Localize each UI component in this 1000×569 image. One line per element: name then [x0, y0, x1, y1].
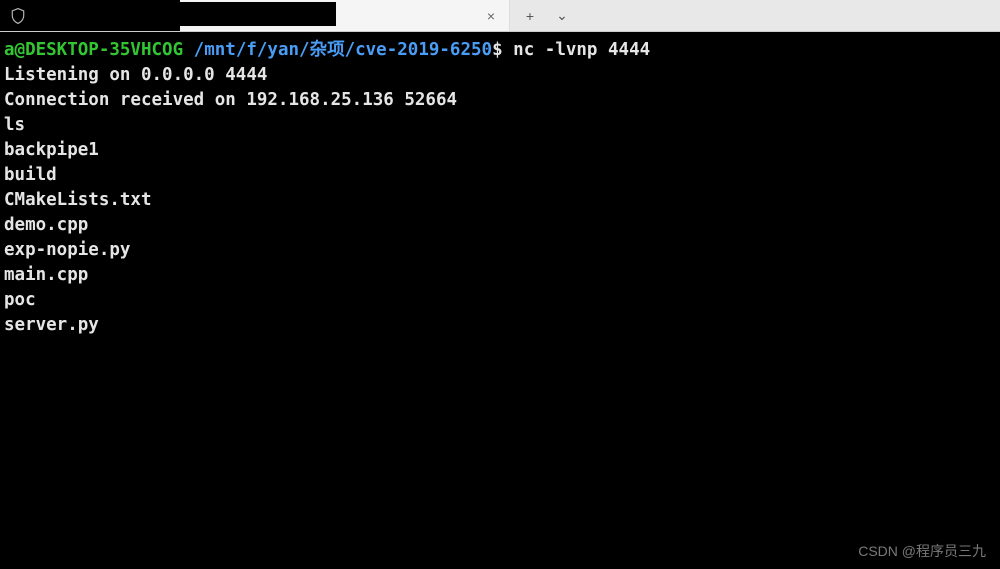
output-line: build — [4, 165, 57, 185]
output-line: ls — [4, 115, 25, 135]
tab-actions: + ⌄ — [510, 0, 582, 31]
tab-bar: × 🐧 ..cve-2019-6250 × + ⌄ — [0, 0, 1000, 32]
new-tab-button[interactable]: + — [516, 4, 544, 28]
output-line: CMakeLists.txt — [4, 190, 152, 210]
close-icon[interactable]: × — [483, 8, 499, 24]
output-line: backpipe1 — [4, 140, 99, 160]
output-line: server.py — [4, 315, 99, 335]
prompt-path: /mnt/f/yan/杂项/cve-2019-6250 — [194, 40, 492, 60]
terminal-output[interactable]: a@DESKTOP-35VHCOG /mnt/f/yan/杂项/cve-2019… — [0, 32, 1000, 344]
output-line: demo.cpp — [4, 215, 88, 235]
tab-dropdown-button[interactable]: ⌄ — [548, 4, 576, 28]
output-line: Connection received on 192.168.25.136 52… — [4, 90, 457, 110]
output-line: Listening on 0.0.0.0 4444 — [4, 65, 267, 85]
shield-icon — [10, 8, 26, 24]
prompt-user: a@DESKTOP-35VHCOG — [4, 40, 183, 60]
output-line: main.cpp — [4, 265, 88, 285]
watermark: CSDN @程序员三九 — [858, 541, 986, 561]
tab-active[interactable]: × — [0, 0, 180, 31]
output-line: poc — [4, 290, 36, 310]
prompt-symbol: $ — [492, 40, 503, 60]
output-line: exp-nopie.py — [4, 240, 130, 260]
redacted-tab-title — [36, 2, 336, 26]
prompt-command: nc -lvnp 4444 — [513, 40, 650, 60]
